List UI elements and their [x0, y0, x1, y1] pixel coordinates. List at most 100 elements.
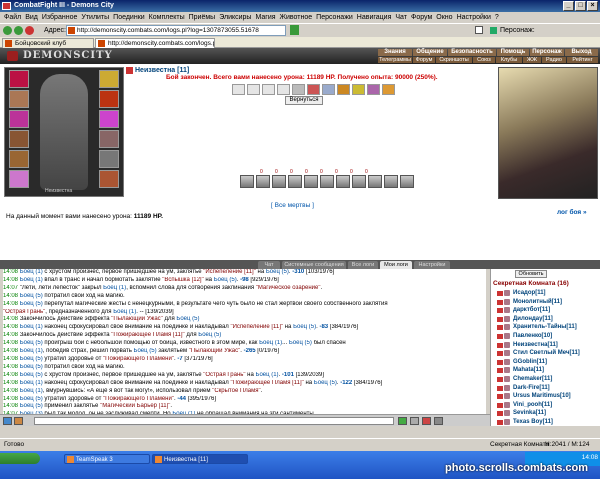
skill-icon[interactable] [352, 175, 366, 188]
online-user[interactable]: Dark-Fire[11] [491, 384, 600, 393]
amulet-slot-icon[interactable] [9, 90, 29, 108]
menu-item[interactable]: Настройки [457, 12, 491, 23]
player-name[interactable]: Боец (1) [20, 388, 43, 394]
online-user[interactable]: Дилондау[11] [491, 315, 600, 324]
skill-icon[interactable] [368, 175, 382, 188]
menu-item[interactable]: Поединки [113, 12, 145, 23]
send-icon[interactable] [398, 417, 407, 425]
shield-slot-icon[interactable] [99, 110, 119, 128]
online-user[interactable]: Ursus Maritimus[10] [491, 392, 600, 401]
menu-item[interactable]: Навигация [357, 12, 392, 23]
clear-icon[interactable] [410, 417, 419, 425]
player-name[interactable]: Боец (1) [103, 285, 126, 291]
scroll-icon[interactable] [434, 417, 443, 425]
belt-slot-icon[interactable] [9, 150, 29, 168]
online-user[interactable]: Павленко[10] [491, 332, 600, 341]
address-input[interactable]: http://demonscity.combats.com/logs.pl?lo… [66, 25, 286, 36]
menu-item[interactable]: Чат [395, 12, 407, 23]
earrings-slot-icon[interactable] [99, 70, 119, 88]
gloves-slot-icon[interactable] [99, 130, 119, 148]
menu-item[interactable]: Эликсиры [219, 12, 251, 23]
skill-icon[interactable] [336, 175, 350, 188]
player-name[interactable]: Боец (1) [20, 380, 43, 386]
online-user[interactable]: Неизвестна[11] [491, 341, 600, 350]
player-name[interactable]: Боец (5) [20, 293, 43, 299]
player-name[interactable]: Боец (5) [198, 332, 221, 338]
player-name[interactable]: Боец (5) [20, 396, 43, 402]
subnav-lj[interactable]: ЖЖ [523, 57, 541, 63]
back-icon[interactable] [3, 26, 12, 35]
menu-item[interactable]: Комплекты [149, 12, 185, 23]
menu-item[interactable]: Персонажи [316, 12, 353, 23]
nav-character[interactable]: Персонаж [530, 49, 564, 56]
player-name[interactable]: Боец (5) [20, 340, 43, 346]
menu-item[interactable]: Окно [436, 12, 452, 23]
subnav-telegrams[interactable]: Телеграммы [378, 57, 412, 63]
tab-chat[interactable]: Чат [258, 261, 280, 269]
return-button[interactable]: Вернуться [285, 96, 323, 105]
player-name[interactable]: Боец (1) [20, 348, 43, 354]
persona-checkbox[interactable] [475, 26, 483, 34]
chat-input[interactable] [34, 417, 394, 425]
stop-icon[interactable] [25, 26, 34, 35]
filter-icon[interactable] [422, 417, 431, 425]
subnav-clubs[interactable]: Клубы [496, 57, 522, 63]
battle-log-link[interactable]: лог боя » [557, 209, 587, 216]
persona-label[interactable]: Персонаж: [490, 26, 535, 35]
menu-item[interactable]: Животное [280, 12, 313, 23]
player-name[interactable]: Боец (1) [256, 372, 279, 378]
tab-my-logs[interactable]: Мои логи [380, 261, 412, 269]
menu-item[interactable]: Файл [4, 12, 21, 23]
weapon-slot-icon[interactable] [9, 110, 29, 128]
online-user[interactable]: GGoblin[11] [491, 358, 600, 367]
subnav-screenshots[interactable]: Скриншоты [436, 57, 472, 63]
tab-system-messages[interactable]: Системные сообщения [282, 261, 346, 269]
skill-icon[interactable] [320, 175, 334, 188]
online-user[interactable]: Исадор[11] [491, 289, 600, 298]
skill-icon[interactable] [240, 175, 254, 188]
player-name[interactable]: Боец (5) [176, 316, 199, 322]
subnav-union[interactable]: Союз [473, 57, 495, 63]
online-user[interactable]: Стил Светлый Меч[11] [491, 349, 600, 358]
chat-mode-icon[interactable] [3, 417, 12, 425]
online-user[interactable]: Chemaker[11] [491, 375, 600, 384]
browser-tab-logs[interactable]: http://demonscity.combats.com/logs.p... [95, 38, 215, 48]
online-user[interactable]: Vini_pooh[11] [491, 401, 600, 410]
online-user[interactable]: Texas Boy[11] [491, 418, 600, 427]
tab-settings[interactable]: Настройки [414, 261, 450, 269]
refresh-button[interactable]: Обновить [515, 270, 547, 278]
player-name[interactable]: Боец (1) [259, 340, 282, 346]
online-user[interactable]: Хранитель-Тайны[11] [491, 323, 600, 332]
forward-icon[interactable] [14, 26, 23, 35]
chat-log[interactable]: 14:08 Боец (1) с хрустом произнёс, перво… [3, 269, 486, 414]
menu-item[interactable]: Избранное [42, 12, 77, 23]
menu-item[interactable]: Магия [255, 12, 275, 23]
subnav-radio[interactable]: Радио [542, 57, 566, 63]
menu-item[interactable]: Форум [411, 12, 432, 23]
task-teamspeak[interactable]: TeamSpeak 3 [64, 454, 150, 464]
player-name[interactable]: Боец (5) [214, 277, 237, 283]
nav-help[interactable]: Помощь [497, 49, 529, 56]
ring-slot-icon[interactable] [9, 170, 29, 188]
nav-exit[interactable]: Выход [565, 49, 598, 56]
minimize-button[interactable]: _ [563, 1, 574, 11]
player-name[interactable]: Боец (1) [20, 269, 43, 275]
online-user[interactable]: Монолитный[11] [491, 298, 600, 307]
helmet-slot-icon[interactable] [9, 70, 29, 88]
player-name[interactable]: Боец (5) [289, 340, 312, 346]
chat-smiles-icon[interactable] [14, 417, 23, 425]
start-button[interactable] [0, 453, 40, 464]
nav-communication[interactable]: Общение [413, 49, 447, 56]
menu-item[interactable]: Вид [25, 12, 38, 23]
skill-icon[interactable] [304, 175, 318, 188]
all-dead-link[interactable]: [ Все мертвы ] [271, 202, 314, 209]
boots-slot-icon[interactable] [99, 170, 119, 188]
menu-item[interactable]: Утилиты [81, 12, 109, 23]
task-game[interactable]: Неизвестна [11] [152, 454, 248, 464]
player-name[interactable]: Боец (5) [20, 364, 43, 370]
player-name[interactable]: Боец (1) [113, 309, 136, 315]
player-name[interactable]: Боец (1) [20, 277, 43, 283]
skill-icon[interactable] [272, 175, 286, 188]
close-button[interactable]: × [587, 1, 598, 11]
player-name[interactable]: Боец (5) [314, 380, 337, 386]
